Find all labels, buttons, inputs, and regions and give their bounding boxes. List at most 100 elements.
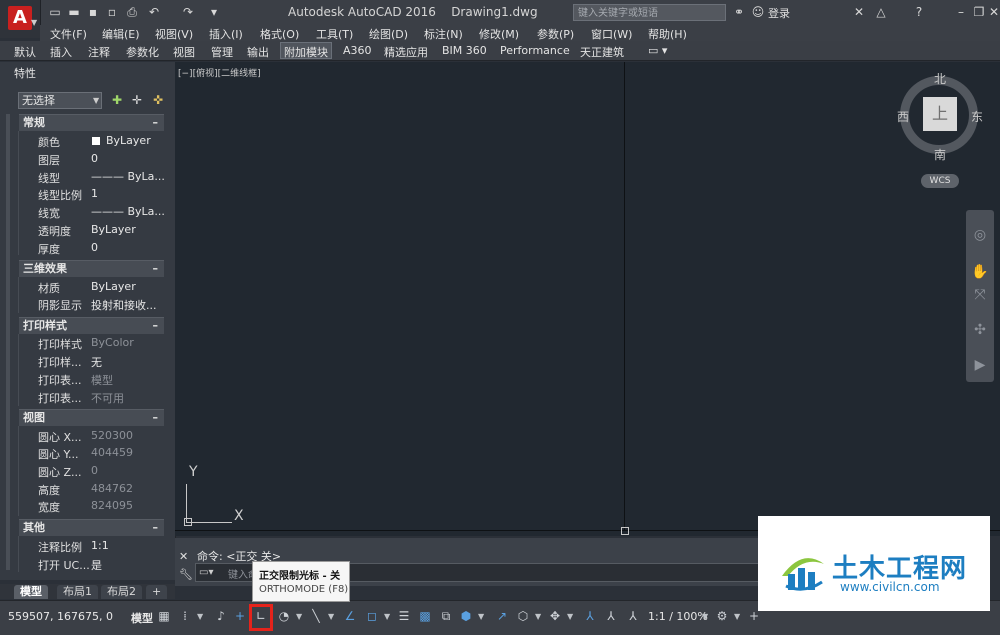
grid-icon[interactable]: ▦	[156, 608, 172, 624]
annotation-scale-value[interactable]: 1:1 / 100%	[648, 610, 708, 623]
prop-value[interactable]: 投射和接收...	[91, 297, 157, 313]
tab-performance[interactable]: Performance	[500, 44, 570, 57]
lineweight-icon[interactable]: ☰	[396, 608, 412, 624]
wcs-menu[interactable]: WCS	[921, 174, 959, 188]
menu-view[interactable]: 视图(V)	[155, 26, 193, 42]
wrench-icon[interactable]: 🔧︎	[179, 568, 193, 581]
menu-format[interactable]: 格式(O)	[260, 26, 299, 42]
menu-parametric[interactable]: 参数(P)	[537, 26, 574, 42]
chevron-down-icon[interactable]: ▼	[328, 612, 334, 621]
tab-addins[interactable]: 附加模块	[284, 44, 328, 60]
redo-icon[interactable]: ↷	[181, 5, 195, 19]
ribbon-display-toggle-icon[interactable]: ▭ ▾	[648, 44, 667, 57]
user-icon[interactable]: ☺	[751, 5, 765, 19]
menu-modify[interactable]: 修改(M)	[479, 26, 519, 42]
transparency-icon[interactable]: ▩	[417, 608, 433, 624]
selection-dropdown[interactable]: 无选择	[18, 92, 102, 109]
undo-icon[interactable]: ↶	[147, 5, 161, 19]
chevron-down-icon[interactable]: ▼	[197, 612, 203, 621]
chevron-down-icon[interactable]: ▼	[384, 612, 390, 621]
section-misc[interactable]: 其他 –	[19, 519, 164, 536]
menu-window[interactable]: 窗口(W)	[591, 26, 632, 42]
orbit-icon[interactable]: ✣	[971, 321, 989, 339]
section-3d-effects[interactable]: 三维效果 –	[19, 260, 164, 277]
prop-value[interactable]: 无	[91, 354, 102, 370]
snap-mode-icon[interactable]: ⁞	[177, 608, 193, 624]
annotation-visibility-icon[interactable]: ⅄	[582, 608, 598, 624]
pan-hand-icon[interactable]: ✋	[971, 263, 989, 281]
prop-value[interactable]: ——— ByLa...	[91, 170, 165, 183]
tab-model[interactable]: 模型	[14, 585, 48, 599]
print-icon[interactable]: ⎙	[125, 5, 139, 19]
save-icon[interactable]: ▪	[86, 5, 100, 19]
customize-toolbar-icon[interactable]: ▾	[207, 5, 221, 19]
close-icon[interactable]: ✕	[179, 550, 188, 563]
showmotion-icon[interactable]: ▶	[971, 356, 989, 374]
binoculars-icon[interactable]: ⚭	[732, 5, 746, 19]
annotation-scale-icon[interactable]: ⅄	[625, 608, 641, 624]
tab-annotate[interactable]: 注释	[88, 44, 110, 60]
tab-output[interactable]: 输出	[247, 44, 269, 60]
chevron-down-icon[interactable]: ▼	[702, 612, 708, 621]
collapse-icon[interactable]: –	[153, 115, 159, 130]
login-button[interactable]: 登录	[768, 5, 790, 21]
tab-parametric[interactable]: 参数化	[126, 44, 159, 60]
compass-west[interactable]: 西	[897, 108, 909, 125]
3d-object-snap-icon[interactable]: ⬢	[458, 608, 474, 624]
section-general[interactable]: 常规 –	[19, 114, 164, 131]
chevron-down-icon[interactable]: ▼	[567, 612, 573, 621]
isodraft-icon[interactable]: ╲	[308, 608, 324, 624]
chevron-down-icon[interactable]: ▼	[93, 96, 99, 105]
compass-south[interactable]: 南	[934, 146, 946, 163]
menu-dimension[interactable]: 标注(N)	[424, 26, 463, 42]
menu-tools[interactable]: 工具(T)	[316, 26, 353, 42]
prop-value[interactable]: 1:1	[91, 539, 109, 552]
section-view[interactable]: 视图 –	[19, 409, 164, 426]
compass-east[interactable]: 东	[971, 108, 983, 125]
save-as-icon[interactable]: ▫	[105, 5, 119, 19]
steering-wheel-icon[interactable]: ◎	[971, 226, 989, 244]
quick-select-icon[interactable]: ✜	[151, 93, 165, 107]
tab-layout1[interactable]: 布局1	[57, 585, 98, 599]
prop-value[interactable]: 1	[91, 187, 98, 200]
collapse-icon[interactable]: –	[153, 520, 159, 535]
toggle-pickadd-icon[interactable]: ✚	[110, 93, 124, 107]
minimize-button[interactable]: –	[952, 4, 970, 20]
prop-value[interactable]: 0	[91, 152, 98, 165]
new-file-icon[interactable]: ▭	[48, 5, 62, 19]
tab-insert[interactable]: 插入	[50, 44, 72, 60]
polar-tracking-icon[interactable]: ◔	[276, 608, 292, 624]
collapse-icon[interactable]: –	[153, 261, 159, 276]
object-snap-tracking-icon[interactable]: ∠	[342, 608, 358, 624]
menu-edit[interactable]: 编辑(E)	[102, 26, 140, 42]
tab-featured-apps[interactable]: 精选应用	[384, 44, 428, 60]
menu-file[interactable]: 文件(F)	[50, 26, 87, 42]
tab-manage[interactable]: 管理	[211, 44, 233, 60]
prop-value[interactable]: 0	[91, 241, 98, 254]
exchange-icon[interactable]: ✕	[852, 5, 866, 19]
close-button[interactable]: ✕	[985, 4, 1000, 20]
object-snap-icon[interactable]: ◻	[364, 608, 380, 624]
collapse-icon[interactable]: –	[153, 410, 159, 425]
viewport-controls[interactable]: [−][俯视][二维线框]	[178, 66, 261, 79]
auto-scale-icon[interactable]: ⅄	[603, 608, 619, 624]
chevron-down-icon[interactable]: ▼	[478, 612, 484, 621]
section-plot-style[interactable]: 打印样式 –	[19, 317, 164, 334]
zoom-extents-icon[interactable]: ⤧	[971, 286, 989, 304]
autodesk-app-icon[interactable]: △	[874, 5, 888, 19]
model-space-button[interactable]: 模型	[131, 610, 153, 626]
tab-view[interactable]: 视图	[173, 44, 195, 60]
compass-north[interactable]: 北	[934, 70, 946, 87]
autocad-logo-icon[interactable]: A	[8, 6, 32, 30]
tab-tianzheng[interactable]: 天正建筑	[580, 44, 624, 60]
tab-default[interactable]: 默认	[14, 44, 36, 60]
command-prompt-icon[interactable]: ▭▾	[199, 567, 213, 578]
selection-cycling-icon[interactable]: ⧉	[438, 608, 454, 624]
prop-value[interactable]: ByLayer	[91, 280, 136, 293]
open-folder-icon[interactable]: ▬	[67, 5, 81, 19]
chevron-down-icon[interactable]: ▼	[734, 612, 740, 621]
chevron-down-icon[interactable]: ▼	[296, 612, 302, 621]
viewcube-top-face[interactable]: 上	[923, 97, 957, 131]
tab-layout2[interactable]: 布局2	[101, 585, 142, 599]
menu-insert[interactable]: 插入(I)	[209, 26, 243, 42]
